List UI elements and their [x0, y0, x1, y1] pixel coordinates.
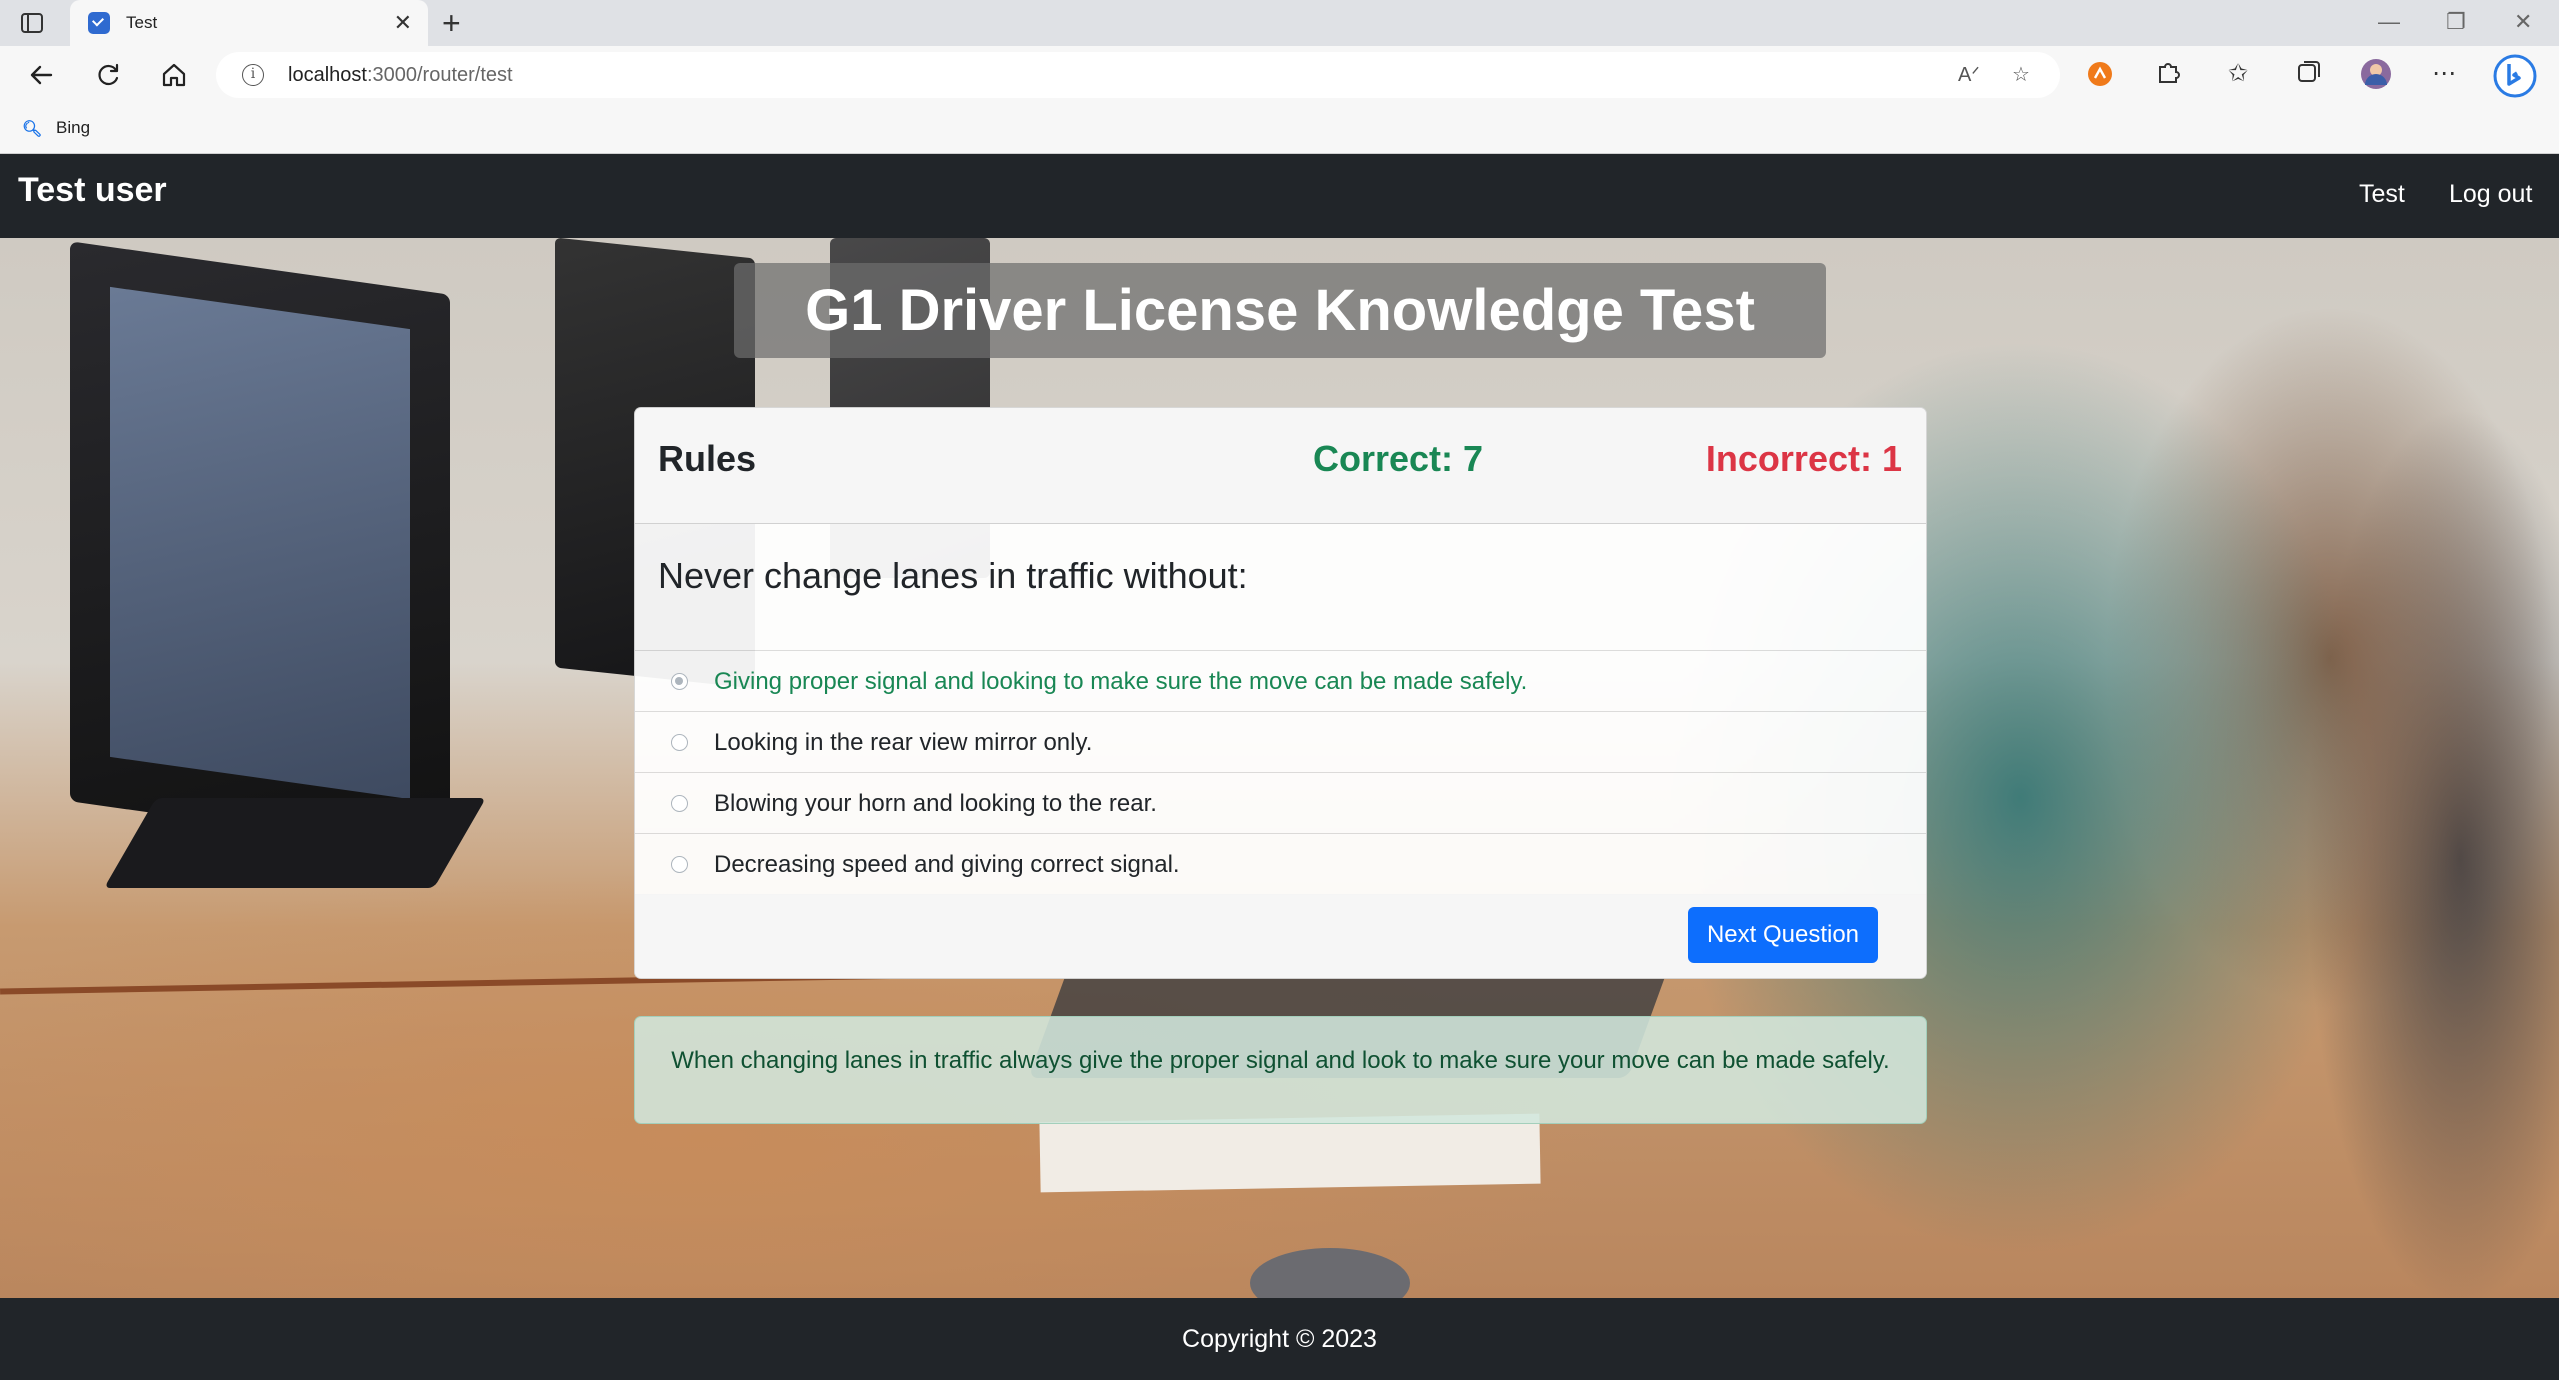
page-title: G1 Driver License Knowledge Test	[805, 278, 1755, 343]
minimize-icon[interactable]: —	[2378, 9, 2400, 35]
correct-count: Correct: 7	[1313, 438, 1484, 479]
page-footer: Copyright © 2023	[0, 1298, 2559, 1380]
browser-tab-bar: Test ✕ + — ❐ ✕	[0, 0, 2559, 47]
mouse-shape	[1250, 1248, 1410, 1298]
paper-shape	[1039, 1113, 1541, 1193]
favorites-bar: 🔍︎ Bing	[0, 104, 2559, 154]
bing-copilot-icon[interactable]	[2493, 54, 2537, 105]
star-plus-icon[interactable]: ☆	[2012, 62, 2030, 87]
home-icon[interactable]	[157, 58, 191, 92]
url-text[interactable]: localhost:3000/router/test	[288, 64, 513, 87]
answer-option[interactable]: Decreasing speed and giving correct sign…	[635, 834, 1926, 895]
url-path: :3000/router/test	[366, 64, 513, 86]
tab-test[interactable]: Test ✕	[70, 0, 428, 47]
tab-title: Test	[126, 13, 158, 32]
answer-label[interactable]: Giving proper signal and looking to make…	[714, 668, 1527, 696]
answer-radio[interactable]	[671, 673, 688, 690]
new-tab-icon[interactable]: +	[442, 5, 461, 42]
title-banner: G1 Driver License Knowledge Test	[734, 263, 1826, 358]
answer-label[interactable]: Decreasing speed and giving correct sign…	[714, 851, 1180, 879]
incorrect-count: Incorrect: 1	[1705, 438, 1902, 479]
search-icon: 🔍︎	[22, 121, 43, 138]
copyright-text: Copyright © 2023	[1182, 1325, 1377, 1353]
tab-actions-icon[interactable]	[20, 12, 44, 34]
explanation-alert: When changing lanes in traffic always gi…	[634, 1016, 1927, 1124]
refresh-icon[interactable]	[91, 58, 125, 92]
answer-option[interactable]: Looking in the rear view mirror only.	[635, 712, 1926, 773]
monitor-stand-shape	[104, 798, 486, 888]
arrow-left-icon[interactable]	[24, 58, 58, 92]
answer-radio[interactable]	[671, 795, 688, 812]
more-icon[interactable]: ⋯	[2432, 59, 2456, 88]
question-text: Never change lanes in traffic without:	[658, 555, 1248, 596]
site-info-icon[interactable]: i	[242, 64, 264, 86]
quiz-card: Rules Correct: 7 Incorrect: 1 Never chan…	[634, 407, 1927, 979]
url-host: localhost	[288, 64, 367, 86]
answer-label[interactable]: Blowing your horn and looking to the rea…	[714, 790, 1157, 818]
next-question-button[interactable]: Next Question	[1688, 907, 1878, 963]
quiz-card-header: Rules Correct: 7 Incorrect: 1	[635, 408, 1926, 524]
tab-favicon-icon	[88, 12, 110, 34]
nav-link-test[interactable]: Test	[2359, 180, 2405, 209]
read-aloud-icon[interactable]: Aᐟ	[1958, 62, 1980, 87]
window-close-icon[interactable]: ✕	[2514, 9, 2532, 35]
explanation-text: When changing lanes in traffic always gi…	[671, 1047, 1890, 1074]
monitor-screen-shape	[110, 286, 410, 800]
answer-radio[interactable]	[671, 734, 688, 751]
answer-label[interactable]: Looking in the rear view mirror only.	[714, 729, 1092, 757]
quiz-category: Rules	[658, 438, 757, 479]
app-navbar: Test user Test Log out	[0, 154, 2559, 238]
nav-link-logout[interactable]: Log out	[2449, 180, 2532, 209]
avatar[interactable]	[2360, 58, 2392, 97]
answer-radio[interactable]	[671, 856, 688, 873]
address-bar[interactable]: i localhost:3000/router/test Aᐟ ☆	[216, 52, 2060, 98]
extension-icon[interactable]	[2087, 61, 2113, 94]
navbar-brand[interactable]: Test user	[18, 171, 167, 210]
favorite-bing[interactable]: Bing	[56, 118, 90, 138]
tab-close-icon[interactable]: ✕	[394, 10, 412, 36]
favorites-icon[interactable]: ✩	[2228, 59, 2248, 88]
answer-options: Giving proper signal and looking to make…	[635, 650, 1926, 895]
quiz-card-footer: Next Question	[635, 894, 1926, 978]
puzzle-icon[interactable]	[2155, 59, 2181, 92]
browser-toolbar: i localhost:3000/router/test Aᐟ ☆ ✩ ⋯	[0, 46, 2559, 104]
answer-option[interactable]: Blowing your horn and looking to the rea…	[635, 773, 1926, 834]
answer-option[interactable]: Giving proper signal and looking to make…	[635, 651, 1926, 712]
restore-icon[interactable]: ❐	[2446, 9, 2466, 35]
collections-icon[interactable]	[2296, 59, 2322, 92]
